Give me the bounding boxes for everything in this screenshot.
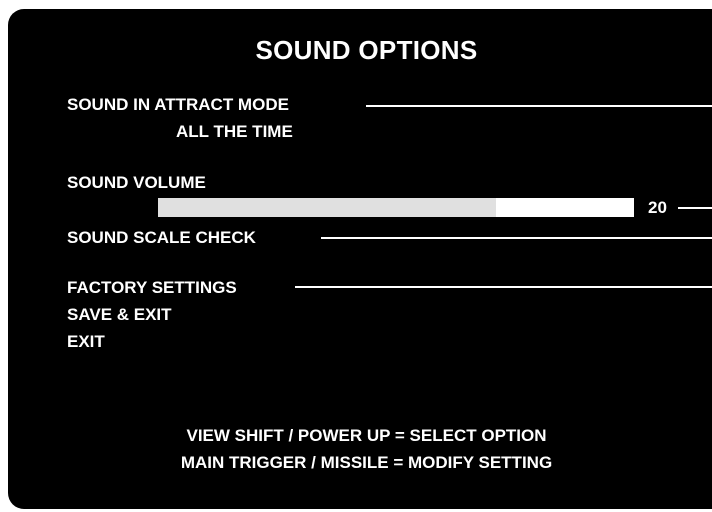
volume-value: 20	[648, 198, 667, 217]
sound-options-screen: SOUND OPTIONS SOUND IN ATTRACT MODE ALL …	[8, 9, 712, 509]
volume-connector-line	[678, 207, 712, 209]
attract-mode-value: ALL THE TIME	[176, 122, 293, 141]
factory-settings-connector-line	[295, 286, 712, 288]
save-exit-option[interactable]: SAVE & EXIT	[67, 305, 172, 325]
page-title: SOUND OPTIONS	[255, 35, 478, 65]
scale-check-connector-line	[321, 237, 712, 239]
factory-settings-option[interactable]: FACTORY SETTINGS	[67, 278, 237, 298]
exit-option[interactable]: EXIT	[67, 332, 105, 352]
scale-check-option[interactable]: SOUND SCALE CHECK	[67, 228, 256, 248]
attract-mode-connector-line	[366, 105, 712, 107]
instruction-select: VIEW SHIFT / POWER UP = SELECT OPTION	[186, 426, 547, 445]
volume-option[interactable]: SOUND VOLUME	[67, 173, 206, 193]
volume-slider-fill	[158, 198, 496, 217]
volume-slider[interactable]	[158, 198, 634, 217]
instruction-modify: MAIN TRIGGER / MISSILE = MODIFY SETTING	[180, 453, 553, 472]
attract-mode-option[interactable]: SOUND IN ATTRACT MODE	[67, 95, 289, 115]
